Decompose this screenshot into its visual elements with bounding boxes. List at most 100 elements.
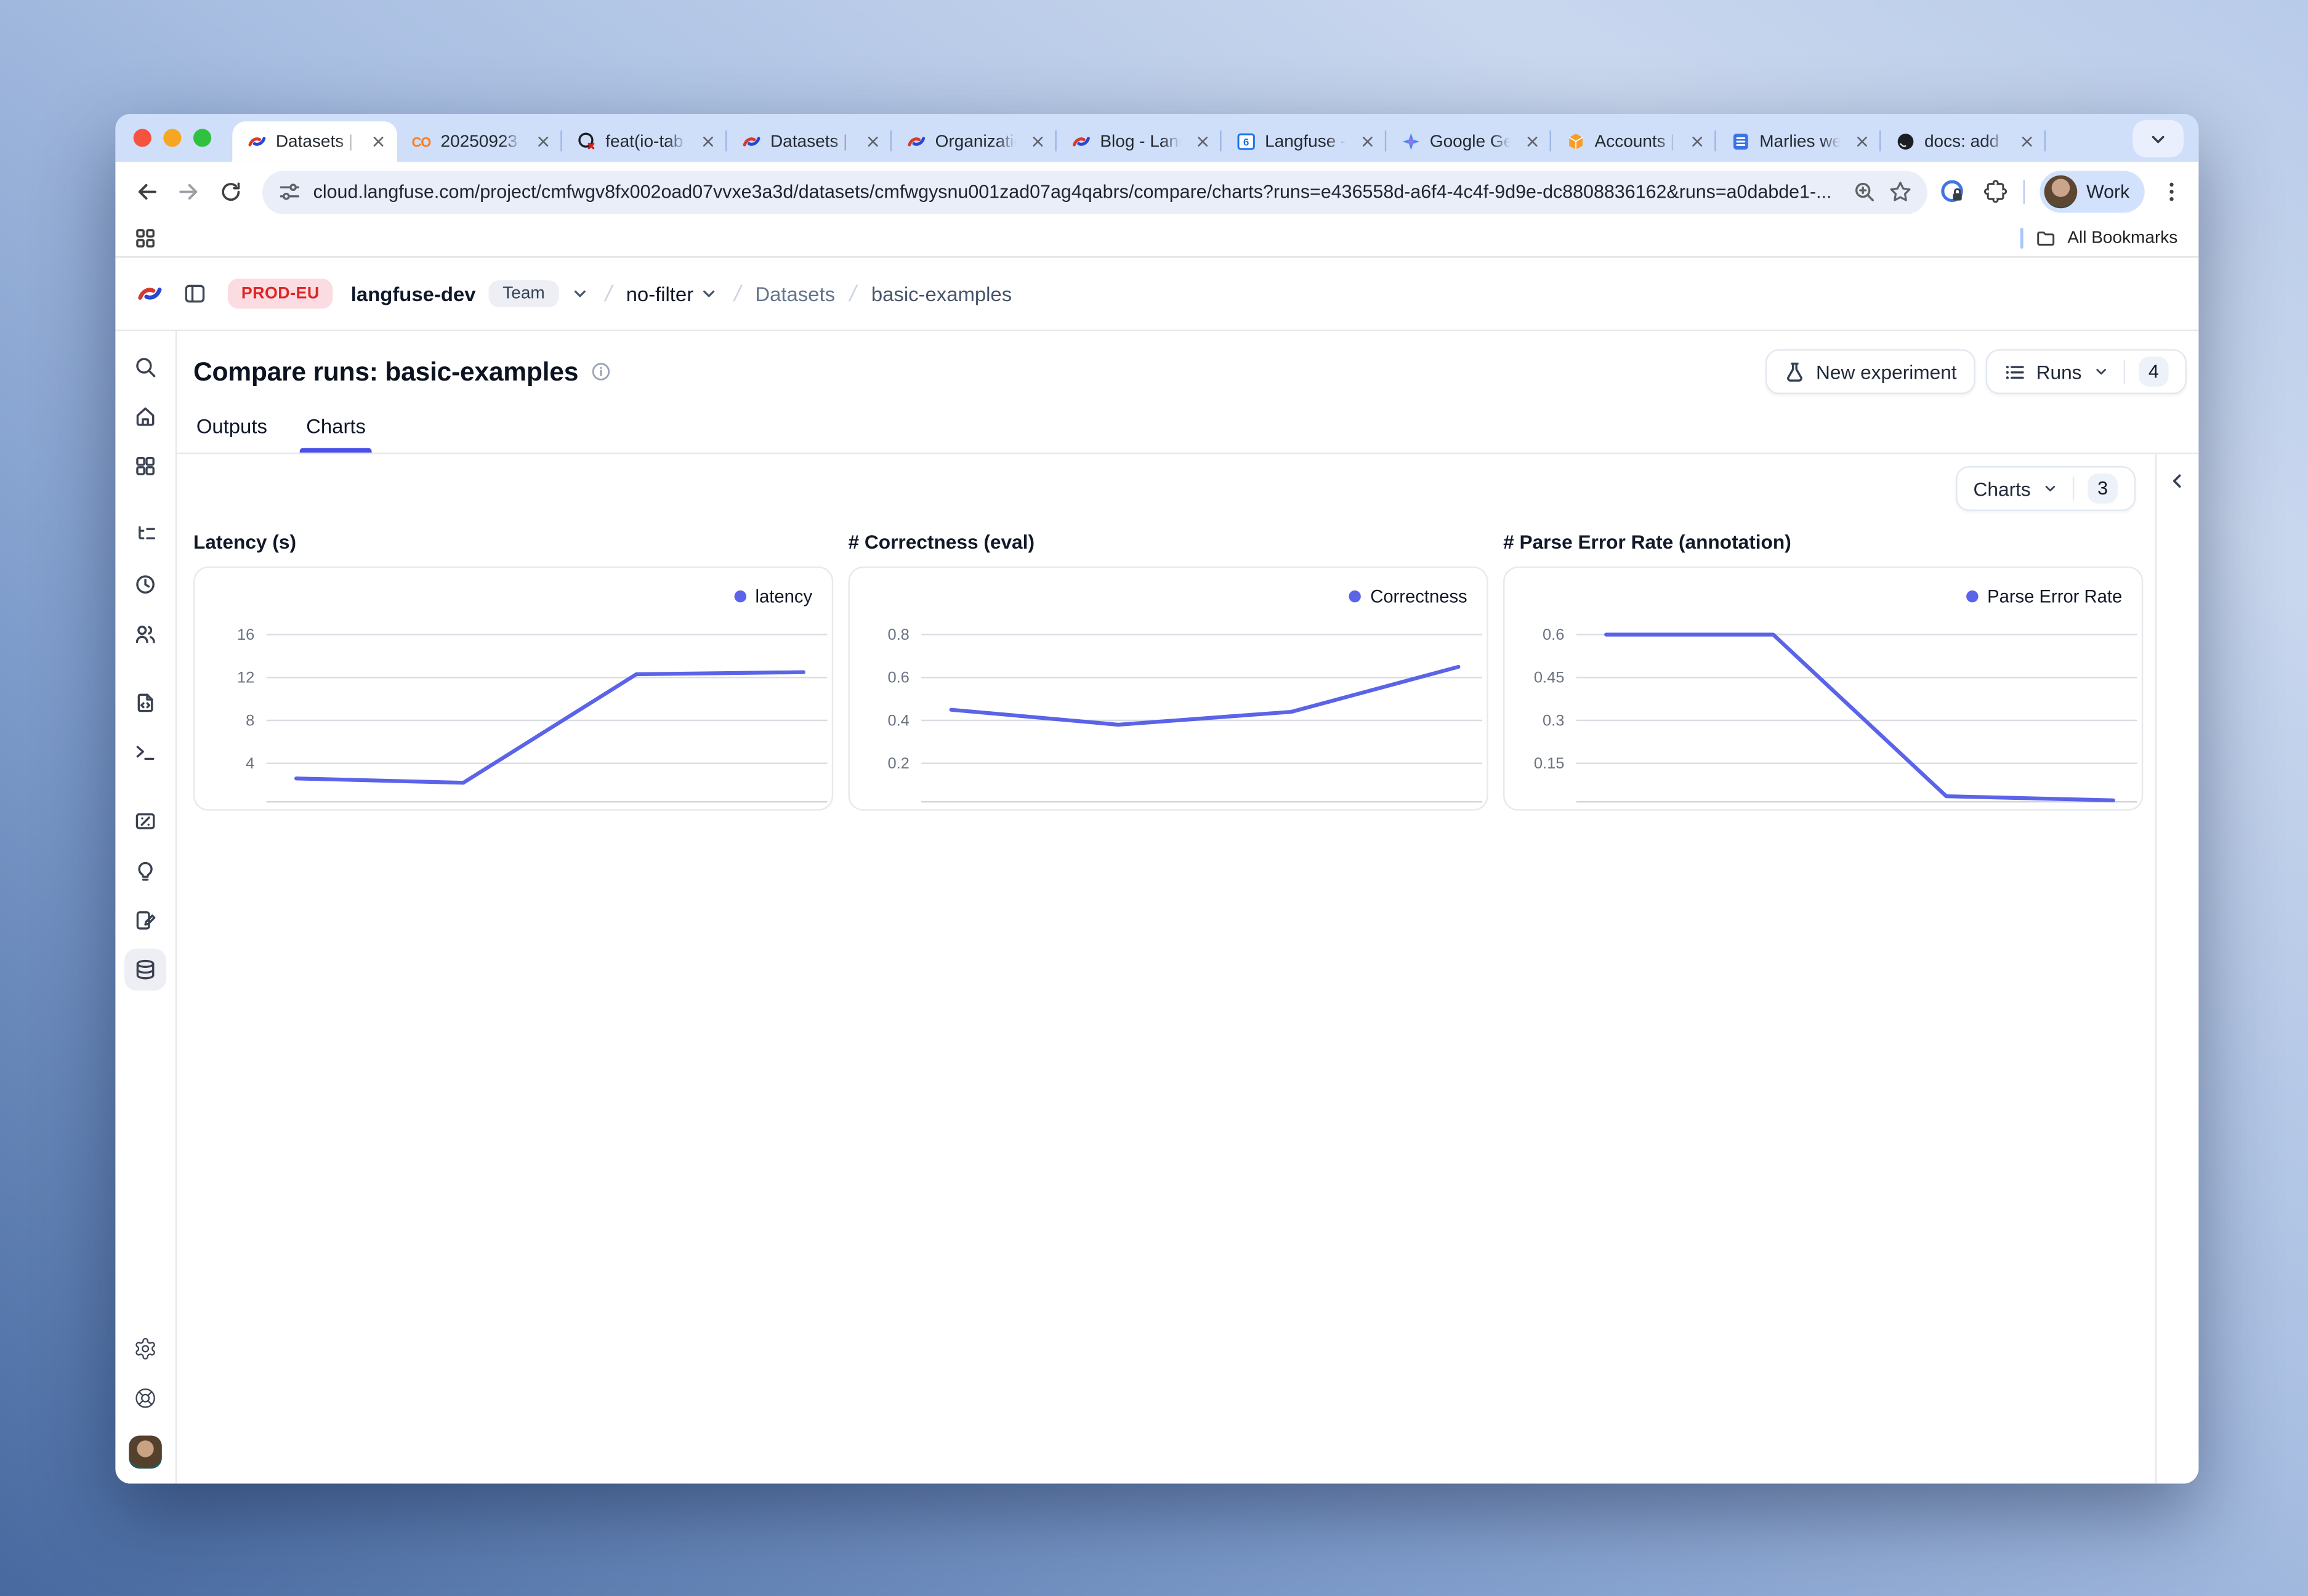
project-switcher-chevron-icon[interactable] bbox=[698, 283, 719, 304]
apps-grid-icon[interactable] bbox=[134, 225, 158, 249]
close-window-button[interactable] bbox=[134, 129, 151, 147]
reload-button[interactable] bbox=[211, 172, 250, 211]
annotation-icon bbox=[134, 908, 158, 932]
svg-text:6: 6 bbox=[1243, 137, 1248, 148]
sidebar-item-annotation[interactable] bbox=[124, 899, 166, 941]
forward-button[interactable] bbox=[169, 172, 208, 211]
doc-blue-favicon-icon bbox=[1730, 131, 1751, 152]
info-icon[interactable] bbox=[591, 361, 611, 382]
sidebar-item-sessions[interactable] bbox=[124, 563, 166, 605]
sidebar-item-support[interactable] bbox=[124, 1377, 166, 1419]
settings-icon bbox=[134, 1337, 158, 1361]
sidebar-item-users[interactable] bbox=[124, 613, 166, 655]
new-experiment-button[interactable]: New experiment bbox=[1765, 349, 1975, 394]
sidebar-item-home[interactable] bbox=[124, 396, 166, 438]
bookmark-star-icon[interactable] bbox=[1889, 180, 1913, 204]
org-switcher-chevron-icon[interactable] bbox=[569, 283, 590, 304]
svg-text:12: 12 bbox=[237, 669, 254, 687]
list-icon bbox=[2003, 360, 2026, 383]
browser-tab-3[interactable]: Datasets | L bbox=[727, 121, 892, 162]
runs-button[interactable]: Runs 4 bbox=[1985, 349, 2187, 394]
browser-tab-0[interactable]: Datasets | L bbox=[232, 121, 397, 162]
extensions-puzzle-icon[interactable] bbox=[1982, 179, 2009, 206]
sidebar-toggle-icon[interactable] bbox=[183, 282, 207, 306]
tab-label: Organizatio bbox=[935, 132, 1018, 150]
charts-filter-button[interactable]: Charts 3 bbox=[1955, 466, 2136, 511]
chart-titles-row: Latency (s)# Correctness (eval)# Parse E… bbox=[193, 531, 2155, 554]
app-sidebar bbox=[115, 331, 177, 1484]
browser-tab-5[interactable]: Blog - Lang bbox=[1057, 121, 1222, 162]
browser-tab-9[interactable]: Marlies we bbox=[1716, 121, 1881, 162]
sidebar-item-playground[interactable] bbox=[124, 732, 166, 773]
tab-close-icon[interactable] bbox=[1851, 131, 1872, 152]
organization-name[interactable]: langfuse-dev bbox=[351, 283, 476, 305]
minimize-window-button[interactable] bbox=[163, 129, 181, 147]
sidebar-item-evaluation[interactable] bbox=[124, 850, 166, 892]
back-button[interactable] bbox=[127, 172, 166, 211]
sidebar-item-prompts[interactable] bbox=[124, 682, 166, 723]
langfuse-logo[interactable] bbox=[136, 280, 163, 307]
site-settings-icon[interactable] bbox=[277, 180, 301, 204]
tab-close-icon[interactable] bbox=[861, 131, 882, 152]
sidebar-item-datasets[interactable] bbox=[124, 949, 166, 991]
tab-close-icon[interactable] bbox=[1686, 131, 1707, 152]
collapse-panel-icon[interactable] bbox=[2164, 467, 2191, 494]
breadcrumb-slash: / bbox=[847, 281, 859, 306]
content-row: Charts 3 Latency (s)# Correctness (eval)… bbox=[177, 454, 2198, 1483]
tab-label: Google Ge bbox=[1430, 132, 1512, 150]
app-header: PROD-EU langfuse-dev Team / no-filter / … bbox=[115, 258, 2198, 331]
browser-tabs: Datasets | LCO20250923feat(io-tabDataset… bbox=[232, 114, 2142, 162]
breadcrumb-datasets[interactable]: Datasets bbox=[755, 283, 835, 305]
langfuse-favicon-icon bbox=[740, 131, 761, 152]
cube-orange-favicon-icon bbox=[1565, 131, 1586, 152]
tab-label: feat(io-tab bbox=[605, 132, 688, 150]
tab-close-icon[interactable] bbox=[697, 131, 718, 152]
tab-search-button[interactable] bbox=[2132, 120, 2184, 158]
tab-outputs[interactable]: Outputs bbox=[196, 415, 267, 453]
search-icon bbox=[134, 355, 158, 379]
tab-close-icon[interactable] bbox=[1027, 131, 1047, 152]
url-text[interactable]: cloud.langfuse.com/project/cmfwgv8fx002o… bbox=[313, 181, 1841, 202]
sidebar-item-scores[interactable] bbox=[124, 800, 166, 842]
browser-menu-icon[interactable] bbox=[2160, 180, 2184, 204]
tab-close-icon[interactable] bbox=[2015, 131, 2036, 152]
browser-profile-chip[interactable]: Work bbox=[2040, 171, 2145, 212]
browser-tab-10[interactable]: docs: add bbox=[1881, 121, 2046, 162]
browser-tab-8[interactable]: Accounts | bbox=[1551, 121, 1716, 162]
page-title: Compare runs: basic-examples bbox=[193, 356, 578, 387]
browser-tab-6[interactable]: 6Langfuse - bbox=[1222, 121, 1387, 162]
tab-close-icon[interactable] bbox=[367, 131, 388, 152]
url-bar[interactable]: cloud.langfuse.com/project/cmfwgv8fx002o… bbox=[262, 170, 1927, 214]
tab-close-icon[interactable] bbox=[1192, 131, 1213, 152]
browser-tab-2[interactable]: feat(io-tab bbox=[562, 121, 727, 162]
browser-tab-4[interactable]: Organizatio bbox=[892, 121, 1057, 162]
browser-tab-7[interactable]: Google Ge bbox=[1386, 121, 1551, 162]
sidebar-item-tracing[interactable] bbox=[124, 514, 166, 556]
gemini-favicon-icon bbox=[1400, 131, 1421, 152]
toolbar-separator bbox=[2024, 180, 2025, 204]
zoom-icon[interactable] bbox=[1852, 180, 1876, 204]
user-avatar[interactable] bbox=[129, 1436, 162, 1469]
home-icon bbox=[134, 405, 158, 429]
tab-charts[interactable]: Charts bbox=[306, 415, 366, 453]
sidebar-item-search[interactable] bbox=[124, 346, 166, 388]
charts-count-badge: 3 bbox=[2088, 474, 2118, 504]
all-bookmarks[interactable]: All Bookmarks bbox=[2020, 227, 2178, 248]
tab-close-icon[interactable] bbox=[1521, 131, 1542, 152]
tab-close-icon[interactable] bbox=[532, 131, 553, 152]
browser-tab-1[interactable]: CO20250923 bbox=[397, 121, 562, 162]
calendar-favicon-icon: 6 bbox=[1235, 131, 1256, 152]
bookmarks-separator bbox=[2020, 227, 2023, 248]
svg-text:16: 16 bbox=[237, 626, 254, 643]
sidebar-item-dashboards[interactable] bbox=[124, 445, 166, 487]
svg-text:0.15: 0.15 bbox=[1534, 755, 1564, 772]
chevron-down-icon bbox=[2041, 480, 2059, 498]
sidebar-item-settings[interactable] bbox=[124, 1328, 166, 1369]
password-extension-icon[interactable] bbox=[1939, 179, 1966, 206]
breadcrumb-dataset-name[interactable]: basic-examples bbox=[871, 283, 1012, 305]
tab-close-icon[interactable] bbox=[1357, 131, 1378, 152]
project-name[interactable]: no-filter bbox=[626, 283, 694, 305]
maximize-window-button[interactable] bbox=[193, 129, 211, 147]
bookmarks-bar: All Bookmarks bbox=[115, 222, 2198, 257]
page-tabs: Outputs Charts bbox=[177, 394, 2198, 454]
